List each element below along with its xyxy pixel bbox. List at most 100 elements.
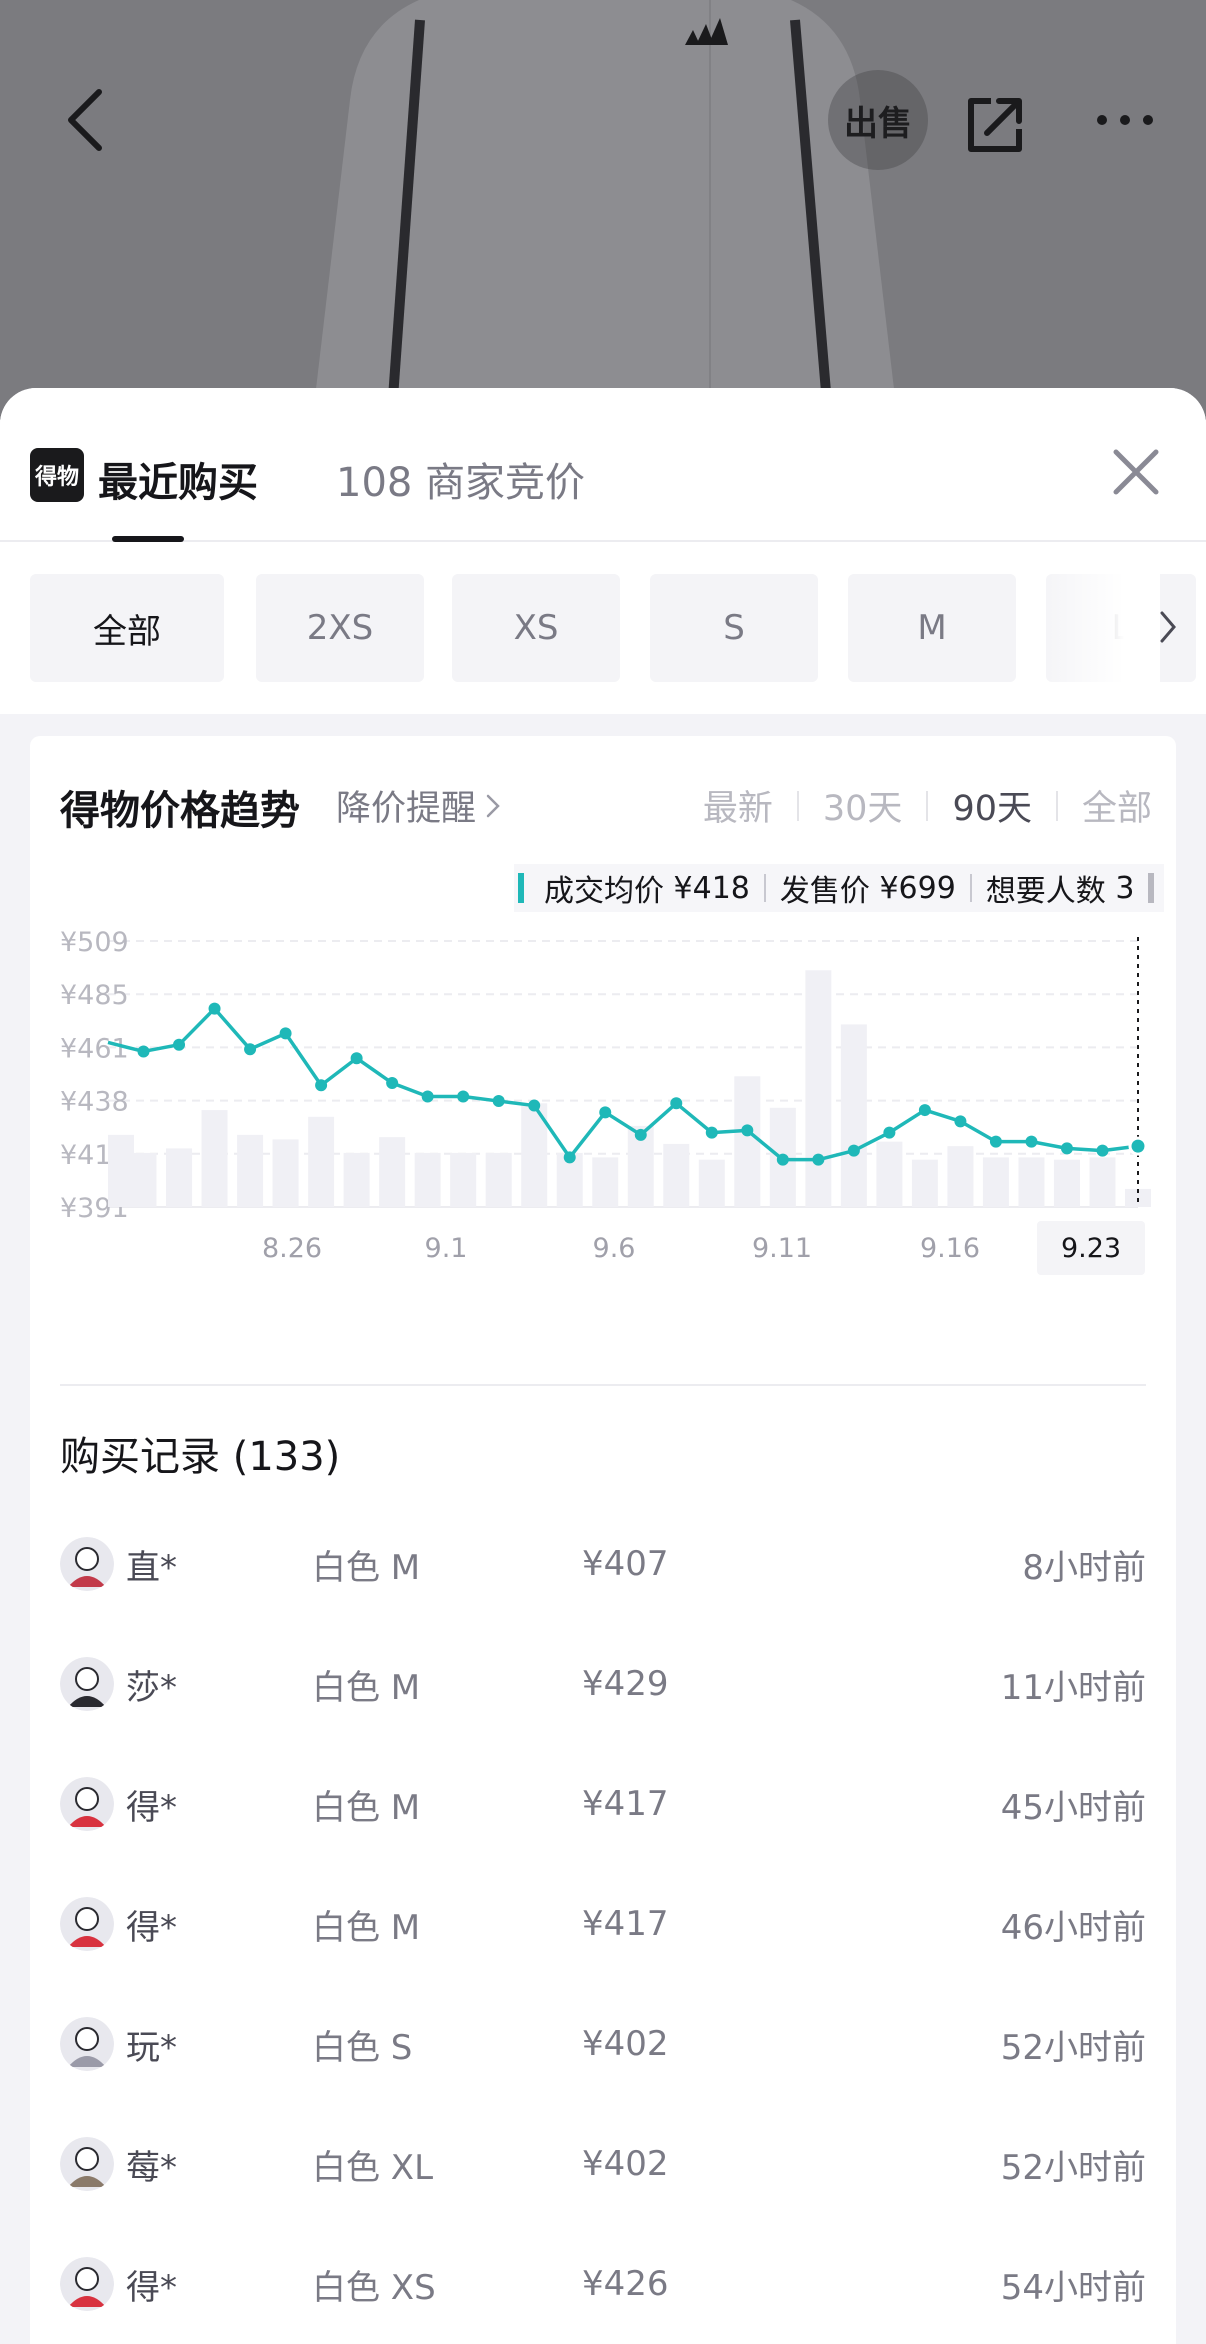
record-row: 莎* 白色 M ¥429 11小时前: [60, 1624, 1146, 1744]
close-button[interactable]: [1108, 444, 1164, 500]
price-point: [1025, 1135, 1038, 1148]
price-point: [599, 1106, 612, 1119]
price-point: [776, 1153, 789, 1166]
sale-time: 45小时前: [1000, 1787, 1146, 1828]
buyer-name: 莎*: [126, 1667, 177, 1708]
avatar-icon: [60, 1657, 114, 1711]
avatar-icon: [60, 2017, 114, 2071]
price-point: [350, 1052, 363, 1065]
price-alert-label: 降价提醒: [336, 789, 477, 829]
price-point: [634, 1128, 647, 1141]
range-all[interactable]: 全部: [1058, 780, 1176, 831]
avatar: [60, 1897, 114, 1951]
record-row: 直* 白色 M ¥407 8小时前: [60, 1504, 1146, 1624]
price-alert-link[interactable]: 降价提醒: [336, 780, 502, 831]
share-icon: [968, 98, 1022, 152]
tab-recent-purchases[interactable]: 最近购买: [98, 450, 258, 508]
volume-bar: [308, 1116, 335, 1207]
volume-bar: [1089, 1157, 1116, 1207]
volume-bar: [840, 1024, 867, 1207]
volume-bar: [272, 1139, 299, 1207]
item-variant: 白色 XS: [312, 2267, 436, 2308]
size-chip-m[interactable]: M: [848, 574, 1016, 682]
volume-bar: [414, 1152, 441, 1207]
scroll-fade: [1040, 574, 1160, 682]
price-point: [421, 1090, 434, 1103]
volume-bar: [379, 1137, 406, 1207]
price-stats: 成交均价 ¥418 发售价 ¥699 想要人数 3: [514, 864, 1165, 912]
avg-price-value: ¥418: [673, 870, 750, 906]
more-icon: [1097, 115, 1153, 125]
purchase-records: 直* 白色 M ¥407 8小时前莎* 白色 M ¥429 11小时前得* 白色 M ¥417 4…: [60, 1504, 1146, 2344]
price-point: [137, 1045, 150, 1058]
price-point: [173, 1038, 186, 1051]
sale-price: ¥417: [582, 1784, 669, 1824]
records-title: 购买记录 (133): [60, 1434, 341, 1480]
price-point: [1060, 1142, 1073, 1155]
price-point: [244, 1043, 257, 1056]
range-30d[interactable]: 30天: [799, 780, 927, 831]
sale-price: ¥429: [582, 1664, 669, 1704]
avatar: [60, 2257, 114, 2311]
avatar: [60, 2137, 114, 2191]
price-point: [918, 1104, 931, 1117]
volume-bar: [982, 1157, 1009, 1207]
price-point: [989, 1135, 1002, 1148]
item-variant: 白色 M: [312, 1787, 421, 1828]
volume-bar: [1053, 1159, 1080, 1207]
volume-bar: [130, 1152, 157, 1207]
x-tick-label: 8.26: [262, 1233, 322, 1264]
size-chip-2xs[interactable]: 2XS: [256, 574, 424, 682]
price-point: [847, 1144, 860, 1157]
record-row: 得* 白色 M ¥417 45小时前: [60, 1744, 1146, 1864]
price-point: [1096, 1144, 1109, 1157]
x-tick-label: 9.6: [593, 1233, 636, 1264]
sale-price: ¥426: [582, 2264, 669, 2304]
sell-button[interactable]: 出售: [828, 70, 928, 170]
volume-bar: [698, 1159, 725, 1207]
tab-merchant-bids[interactable]: 108 商家竞价: [336, 450, 585, 508]
retail-price-label: 发售价: [779, 874, 870, 909]
volume-bar: [237, 1134, 264, 1207]
price-point: [954, 1115, 967, 1128]
jacket-illustration: [312, 0, 898, 420]
sale-price: ¥402: [582, 2024, 669, 2064]
item-variant: 白色 XL: [312, 2147, 434, 2188]
price-point: [741, 1124, 754, 1137]
volume-bar: [911, 1159, 938, 1207]
x-tick-label: 9.23: [1061, 1233, 1121, 1264]
record-row: 玩* 白色 S ¥402 52小时前: [60, 1984, 1146, 2104]
volume-bar: [947, 1146, 974, 1207]
y-tick-label: ¥438: [60, 1087, 129, 1118]
range-90d[interactable]: 90天: [928, 780, 1056, 831]
app-logo: 得物: [30, 448, 84, 502]
stat-end-bar: [1148, 873, 1155, 903]
volume-bar: [876, 1141, 903, 1207]
size-chip-s[interactable]: S: [650, 574, 818, 682]
size-chip-all[interactable]: 全部: [30, 574, 224, 682]
price-trend-chart[interactable]: ¥509¥485¥461¥438¥414¥3918.26 9.1 9.6 9.11 9.…: [30, 921, 1176, 1301]
size-filter: 全部 2XS XS S M L: [0, 542, 1206, 714]
x-tick-label: 9.16: [920, 1233, 980, 1264]
size-chip-xs[interactable]: XS: [452, 574, 620, 682]
record-row: 得* 白色 XS ¥426 54小时前: [60, 2224, 1146, 2344]
close-icon: [1113, 449, 1159, 495]
avatar-icon: [60, 1897, 114, 1951]
back-button[interactable]: [50, 80, 120, 160]
range-latest[interactable]: 最新: [679, 780, 797, 831]
y-tick-label: ¥461: [60, 1033, 129, 1064]
volume-bar: [201, 1110, 228, 1207]
wishlist-label: 想要人数: [985, 874, 1106, 909]
y-tick-label: ¥485: [60, 980, 129, 1011]
product-image: 出售: [0, 0, 1206, 420]
price-point: [386, 1077, 399, 1090]
y-tick-label: ¥509: [60, 927, 129, 958]
item-variant: 白色 M: [312, 1907, 421, 1948]
size-scroll-button[interactable]: [1148, 602, 1188, 652]
price-point: [492, 1095, 505, 1108]
share-button[interactable]: [955, 85, 1035, 165]
more-button[interactable]: [1090, 95, 1160, 145]
sale-time: 11小时前: [1000, 1667, 1146, 1708]
buyer-name: 得*: [126, 1787, 177, 1828]
volume-bar: [805, 970, 832, 1207]
